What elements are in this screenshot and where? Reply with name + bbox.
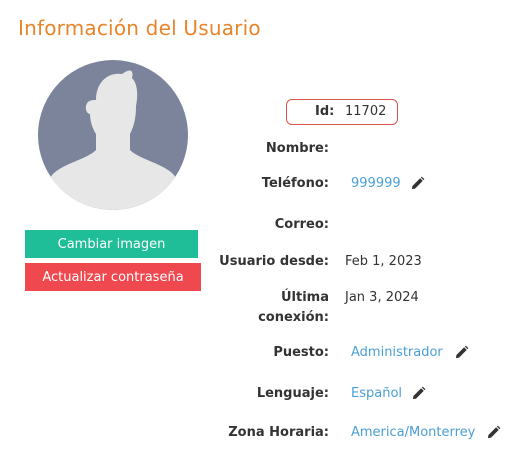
ultima-conexion-value: Jan 3, 2024 xyxy=(345,290,419,305)
id-label: Id: xyxy=(315,104,335,119)
edit-telefono-pencil-icon[interactable] xyxy=(410,176,425,191)
telefono-label: Teléfono: xyxy=(261,176,329,191)
page-title: Información del Usuario xyxy=(18,16,261,40)
telefono-value[interactable]: 999999 xyxy=(351,174,401,194)
id-value: 11702 xyxy=(345,104,387,119)
user-silhouette-icon xyxy=(38,60,188,210)
lenguaje-value[interactable]: Español xyxy=(351,384,402,404)
update-password-button[interactable]: Actualizar contraseña xyxy=(25,263,201,291)
puesto-value[interactable]: Administrador xyxy=(351,343,443,363)
edit-puesto-pencil-icon[interactable] xyxy=(454,345,469,360)
ultima-conexion-label-line2: conexión: xyxy=(258,310,329,325)
lenguaje-label: Lenguaje: xyxy=(256,386,329,401)
ultima-conexion-label-line1: Última xyxy=(280,290,329,305)
usuario-desde-value: Feb 1, 2023 xyxy=(345,254,422,269)
change-image-button[interactable]: Cambiar imagen xyxy=(25,230,198,258)
zona-horaria-label: Zona Horaria: xyxy=(228,425,329,440)
edit-zona-horaria-pencil-icon[interactable] xyxy=(486,425,501,440)
zona-horaria-value[interactable]: America/Monterrey xyxy=(351,423,475,443)
nombre-label: Nombre: xyxy=(265,141,329,156)
correo-label: Correo: xyxy=(274,217,329,232)
puesto-label: Puesto: xyxy=(273,345,329,360)
edit-lenguaje-pencil-icon[interactable] xyxy=(411,386,426,401)
usuario-desde-label: Usuario desde: xyxy=(219,254,329,269)
avatar xyxy=(38,60,188,210)
